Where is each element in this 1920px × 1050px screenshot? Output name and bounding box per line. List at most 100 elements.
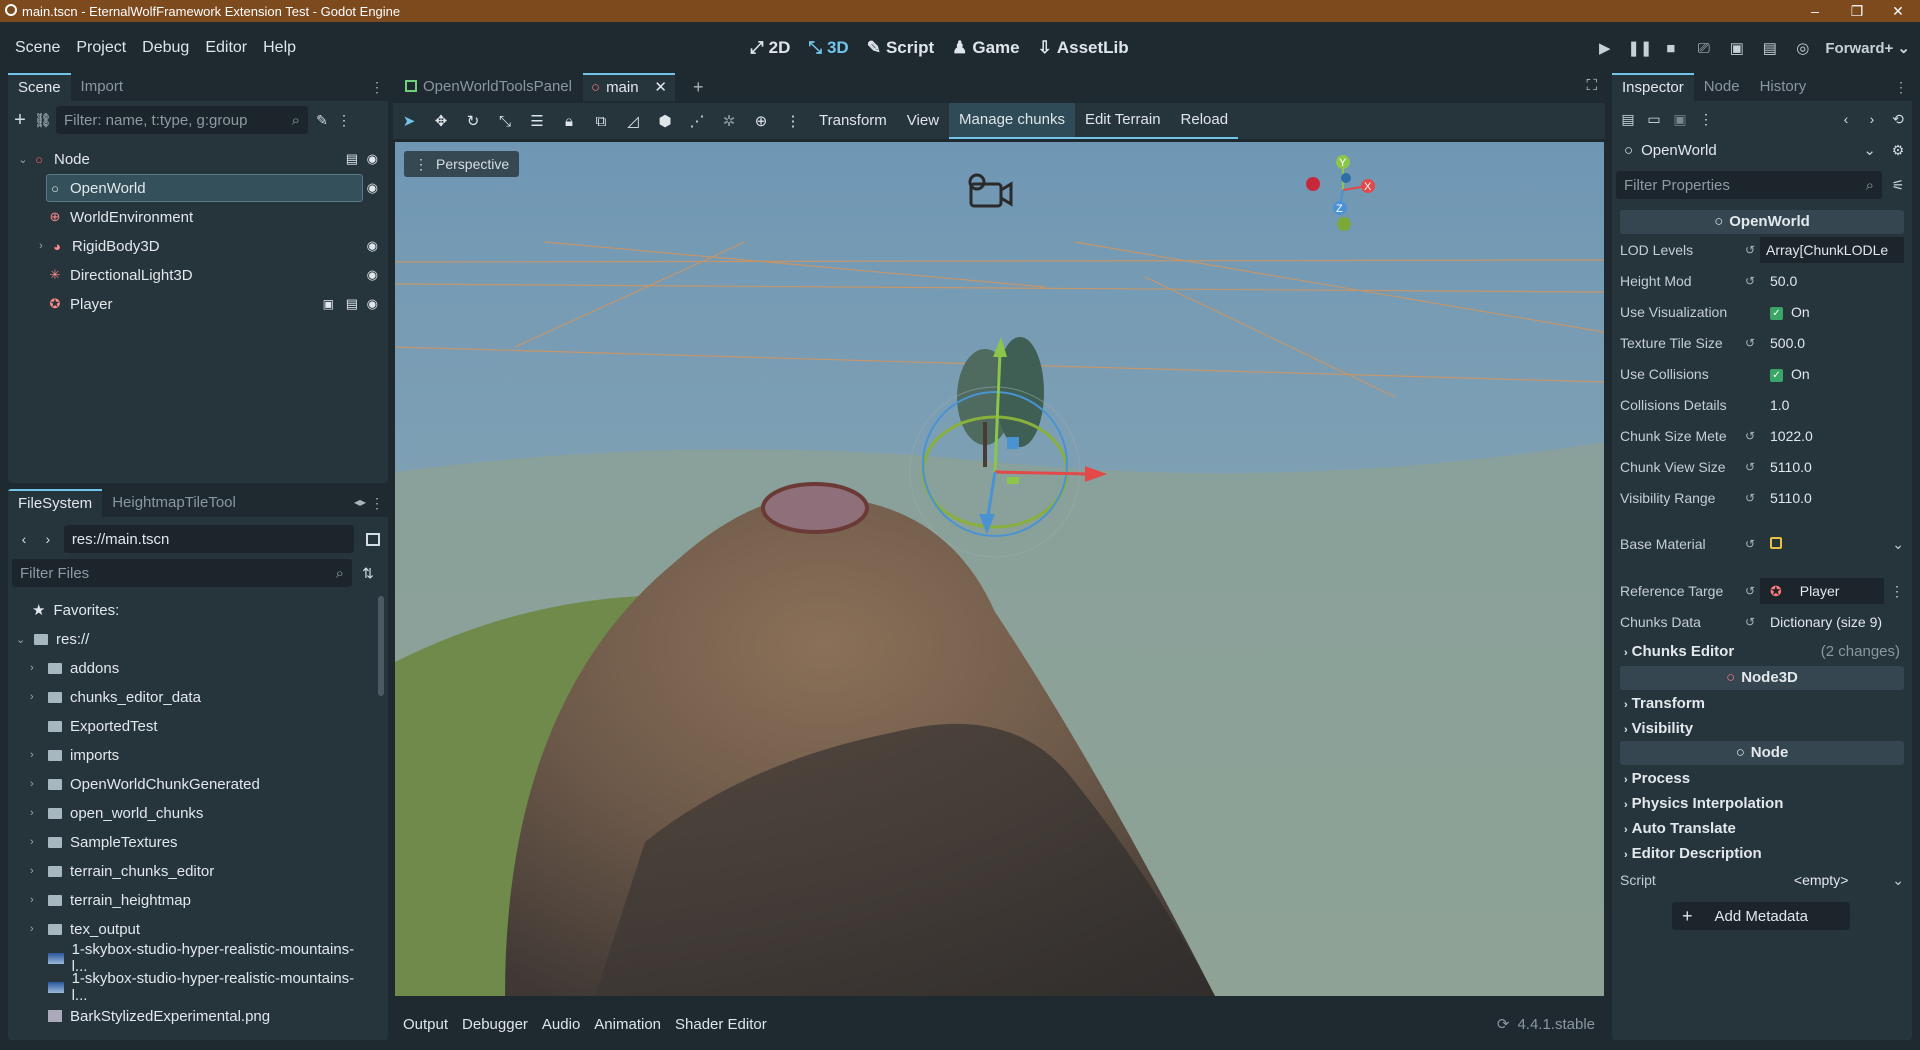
prop-chunks-data[interactable]: Chunks Data ↺ Dictionary (size 9)	[1620, 607, 1904, 637]
pause-icon[interactable]: ❚❚	[1627, 39, 1652, 57]
visibility-eye-icon[interactable]: ◉	[367, 151, 378, 167]
prop-base-material[interactable]: Base Material ↺ ⌄	[1620, 529, 1904, 559]
tab-main[interactable]: ○ main ✕	[583, 73, 675, 101]
folder-open-world-chunks[interactable]: › open_world_chunks	[30, 799, 362, 827]
tree-node-directionallight3d[interactable]: ✳ DirectionalLight3D ◉	[46, 262, 388, 288]
reload-button[interactable]: Reload	[1170, 103, 1239, 139]
checkbox-icon[interactable]: ✓	[1770, 368, 1783, 382]
visibility-eye-icon[interactable]: ◉	[367, 267, 378, 283]
edit-terrain-button[interactable]: Edit Terrain	[1074, 103, 1171, 139]
visibility-group[interactable]: › Visibility	[1624, 720, 1693, 737]
folder-addons[interactable]: › addons	[30, 654, 362, 682]
folder-terrain-heightmap[interactable]: › terrain_heightmap	[30, 886, 362, 914]
play-custom-scene-icon[interactable]: ▤	[1759, 39, 1780, 57]
debugger-tab[interactable]: Debugger	[462, 1016, 528, 1033]
prop-height-mod[interactable]: Height Mod ↺ 50.0	[1620, 266, 1904, 296]
scene-filter-input[interactable]: Filter: name, t:type, g:group ⌕	[56, 106, 308, 134]
menu-debug[interactable]: Debug	[141, 39, 190, 57]
save-icon[interactable]: ▣	[1672, 111, 1688, 127]
transform-menu[interactable]: Transform	[809, 103, 897, 139]
toolbar-menu-icon[interactable]: ⋮	[777, 112, 809, 130]
script-screen-button[interactable]: ✎ Script	[867, 38, 934, 58]
folder-chunks-editor-data[interactable]: › chunks_editor_data	[30, 683, 362, 711]
menu-editor[interactable]: Editor	[204, 39, 248, 57]
dock-menu-icon[interactable]: ⋮	[370, 495, 384, 512]
manage-chunks-button[interactable]: Manage chunks	[949, 103, 1075, 139]
tab-scene[interactable]: Scene	[8, 73, 71, 101]
shader-editor-tab[interactable]: Shader Editor	[675, 1016, 767, 1033]
play-icon[interactable]: ▶	[1594, 39, 1615, 57]
prop-visibility-range[interactable]: Visibility Range ↺ 5110.0	[1620, 483, 1904, 513]
add-metadata-button[interactable]: + Add Metadata	[1672, 902, 1850, 930]
prop-lod-levels[interactable]: LOD Levels ↺ Array[ChunkLODLe	[1620, 235, 1904, 265]
file-bark-texture[interactable]: BarkStylizedExperimental.png	[48, 1002, 362, 1030]
script-icon[interactable]: ▤	[346, 151, 358, 167]
distraction-free-icon[interactable]: ⛶	[1586, 77, 1597, 94]
ruler-icon[interactable]: ◿	[617, 112, 649, 130]
menu-help[interactable]: Help	[262, 39, 297, 57]
tree-node-rigidbody3d[interactable]: › ◕ RigidBody3D ◉	[34, 233, 388, 259]
animation-tab[interactable]: Animation	[594, 1016, 661, 1033]
folder-openworldchunkgenerated[interactable]: › OpenWorldChunkGenerated	[30, 770, 362, 798]
tab-heightmaptiletool[interactable]: HeightmapTileTool	[102, 489, 246, 517]
tab-openworldtoolspanel[interactable]: OpenWorldToolsPanel	[405, 73, 572, 101]
folder-tex-output[interactable]: › tex_output	[30, 915, 362, 943]
path-field[interactable]: res://main.tscn	[63, 525, 355, 553]
property-filter-options-icon[interactable]: ⚟	[1890, 177, 1906, 193]
movie-maker-icon[interactable]: ◎	[1792, 39, 1813, 57]
new-tab-icon[interactable]: +	[693, 77, 704, 98]
remote-debug-icon[interactable]: ⎚	[1693, 40, 1714, 57]
file-skybox-2[interactable]: 1-skybox-studio-hyper-realistic-mountain…	[48, 970, 362, 1004]
prop-use-collisions[interactable]: Use Collisions ✓ On	[1620, 359, 1904, 389]
tree-node-worldenvironment[interactable]: ⊕ WorldEnvironment	[46, 204, 388, 230]
snap-icon[interactable]: ⋰	[681, 112, 713, 130]
close-tab-icon[interactable]: ✕	[654, 75, 667, 101]
transform-group[interactable]: › Transform	[1624, 695, 1705, 712]
game-screen-button[interactable]: ♟ Game	[952, 38, 1020, 58]
checkbox-icon[interactable]: ✓	[1770, 306, 1783, 320]
tree-node-node[interactable]: ⌄ ○ Node ▤ ◉	[16, 146, 388, 172]
inspector-menu-icon[interactable]: ⋮	[1698, 111, 1714, 127]
environment-preview-icon[interactable]: ⊕	[745, 112, 777, 130]
filter-properties-input[interactable]: Filter Properties ⌕	[1616, 171, 1882, 199]
editor-description-group[interactable]: › Editor Description	[1624, 845, 1762, 862]
file-skybox-1[interactable]: 1-skybox-studio-hyper-realistic-mountain…	[48, 941, 362, 975]
process-group[interactable]: › Process	[1624, 770, 1690, 787]
forward-icon[interactable]: ›	[40, 531, 56, 547]
history-forward-icon[interactable]: ›	[1864, 111, 1880, 127]
prop-collisions-details[interactable]: Collisions Details 1.0	[1620, 390, 1904, 420]
filesystem-scrollbar[interactable]	[378, 596, 384, 696]
script-icon[interactable]: ▤	[346, 296, 358, 312]
split-view-icon[interactable]	[366, 532, 381, 546]
tab-filesystem[interactable]: FileSystem	[8, 489, 103, 517]
folder-res[interactable]: ⌄ res://	[16, 625, 362, 653]
view-menu[interactable]: View	[897, 103, 949, 139]
add-node-icon[interactable]: +	[12, 110, 28, 130]
scale-tool-icon[interactable]: ⤡	[489, 113, 521, 130]
dock-menu-icon[interactable]: ⋮	[370, 79, 384, 96]
open-folder-icon[interactable]: ▭	[1646, 111, 1662, 127]
rotate-tool-icon[interactable]: ↻	[457, 112, 489, 130]
group-icon[interactable]: ⧉	[585, 113, 617, 130]
audio-tab[interactable]: Audio	[542, 1016, 580, 1033]
prop-script[interactable]: Script <empty> ⌄	[1620, 865, 1904, 895]
perspective-menu[interactable]: ⋮ Perspective	[404, 151, 520, 177]
tab-node[interactable]: Node	[1694, 73, 1750, 101]
tree-node-openworld[interactable]: OpenWorld	[70, 180, 146, 197]
filter-files-input[interactable]: Filter Files ⌕	[12, 559, 352, 587]
stop-icon[interactable]: ■	[1660, 40, 1681, 57]
2d-screen-button[interactable]: ⤢ 2D	[750, 38, 790, 58]
play-scene-icon[interactable]: ▣	[1726, 39, 1747, 57]
tab-history[interactable]: History	[1750, 73, 1817, 101]
tab-inspector[interactable]: Inspector	[1612, 73, 1694, 101]
prop-texture-tile-size[interactable]: Texture Tile Size ↺ 500.0	[1620, 328, 1904, 358]
assetlib-screen-button[interactable]: ⇩ AssetLib	[1038, 38, 1129, 58]
lock-icon[interactable]: 🔒︎	[553, 113, 585, 130]
scene-tree-menu-icon[interactable]: ⋮	[336, 112, 352, 128]
back-icon[interactable]: ‹	[16, 531, 32, 547]
prop-reference-target[interactable]: Reference Targe ↺ ✪ Player ⋮	[1620, 576, 1904, 606]
minimize-button[interactable]: –	[1795, 0, 1835, 22]
local-space-icon[interactable]: ⬢	[649, 112, 681, 130]
object-history-icon[interactable]: ⟲	[1890, 111, 1906, 127]
tab-scroll-arrows-icon[interactable]: ◂▸	[354, 495, 366, 509]
